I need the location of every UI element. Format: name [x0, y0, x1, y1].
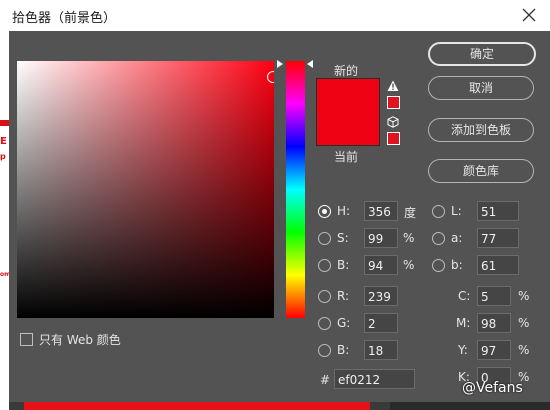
cube-icon[interactable]	[387, 116, 399, 128]
radio-brightness[interactable]	[318, 259, 331, 272]
radio-saturation[interactable]	[318, 232, 331, 245]
radio-lab-l[interactable]	[432, 205, 445, 218]
cyan-field[interactable]: 5	[477, 286, 511, 306]
hue-field[interactable]: 356	[364, 201, 398, 221]
cyan-unit: %	[518, 289, 530, 303]
ok-button[interactable]: 确定	[428, 42, 536, 66]
close-icon[interactable]	[520, 6, 538, 24]
color-preview-swatch	[316, 78, 380, 146]
hex-field[interactable]: ef0212	[334, 369, 415, 389]
magenta-field[interactable]: 98	[477, 313, 511, 333]
web-colors-only-label: 只有 Web 颜色	[39, 333, 121, 347]
red-field[interactable]: 239	[364, 286, 398, 306]
hue-label: H:	[337, 204, 351, 218]
green-field[interactable]: 2	[364, 313, 398, 333]
radio-red[interactable]	[318, 290, 331, 303]
magenta-unit: %	[518, 316, 530, 330]
title-bar: 拾色器（前景色）	[0, 0, 550, 31]
hue-slider[interactable]	[286, 61, 305, 318]
warning-triangle-icon[interactable]	[387, 80, 399, 92]
web-safe-swatch[interactable]	[387, 132, 400, 145]
hue-unit: 度	[404, 206, 417, 220]
out-of-gamut-swatch[interactable]	[387, 96, 400, 109]
color-libraries-button[interactable]: 颜色库	[428, 159, 534, 183]
radio-blue[interactable]	[318, 344, 331, 357]
new-color-label: 新的	[334, 64, 359, 78]
blue-field[interactable]: 18	[364, 340, 398, 360]
blue-label: B:	[337, 343, 350, 357]
window-title: 拾色器（前景色）	[12, 11, 117, 26]
lab-a-label: a:	[451, 231, 463, 245]
radio-green[interactable]	[318, 317, 331, 330]
saturation-field[interactable]: 99	[364, 228, 398, 248]
radio-lab-a[interactable]	[432, 232, 445, 245]
backdrop-canvas	[0, 30, 9, 410]
color-field[interactable]	[17, 61, 274, 318]
lab-b-label: b:	[451, 258, 463, 272]
yellow-unit: %	[518, 343, 530, 357]
cancel-button[interactable]: 取消	[428, 76, 534, 100]
color-field-cursor[interactable]	[267, 71, 274, 83]
backdrop-text: p	[0, 152, 6, 161]
lab-l-field[interactable]: 51	[477, 201, 519, 221]
hue-slider-right-handle[interactable]	[307, 60, 313, 68]
saturation-label: S:	[337, 231, 349, 245]
lab-l-label: L:	[451, 204, 462, 218]
brightness-label: B:	[337, 258, 350, 272]
backdrop-text: E	[0, 136, 7, 147]
yellow-field[interactable]: 97	[477, 340, 511, 360]
radio-hue[interactable]	[318, 205, 331, 218]
add-to-swatches-button[interactable]: 添加到色板	[428, 118, 534, 142]
brightness-unit: %	[403, 258, 415, 272]
web-colors-only-checkbox[interactable]	[20, 333, 33, 346]
current-color-label: 当前	[334, 150, 359, 164]
radio-lab-b[interactable]	[432, 259, 445, 272]
backdrop-shape	[0, 120, 9, 126]
saturation-unit: %	[403, 231, 415, 245]
hex-label: #	[320, 373, 331, 387]
magenta-label: M:	[456, 316, 471, 330]
lab-b-field[interactable]: 61	[477, 255, 519, 275]
backdrop-bar	[24, 402, 370, 410]
hue-slider-left-handle[interactable]	[277, 60, 283, 68]
red-label: R:	[337, 289, 350, 303]
cyan-label: C:	[458, 289, 471, 303]
watermark: @Vefans	[462, 380, 523, 396]
yellow-label: Y:	[458, 343, 468, 357]
green-label: G:	[337, 316, 351, 330]
lab-a-field[interactable]: 77	[477, 228, 519, 248]
brightness-field[interactable]: 94	[364, 255, 398, 275]
